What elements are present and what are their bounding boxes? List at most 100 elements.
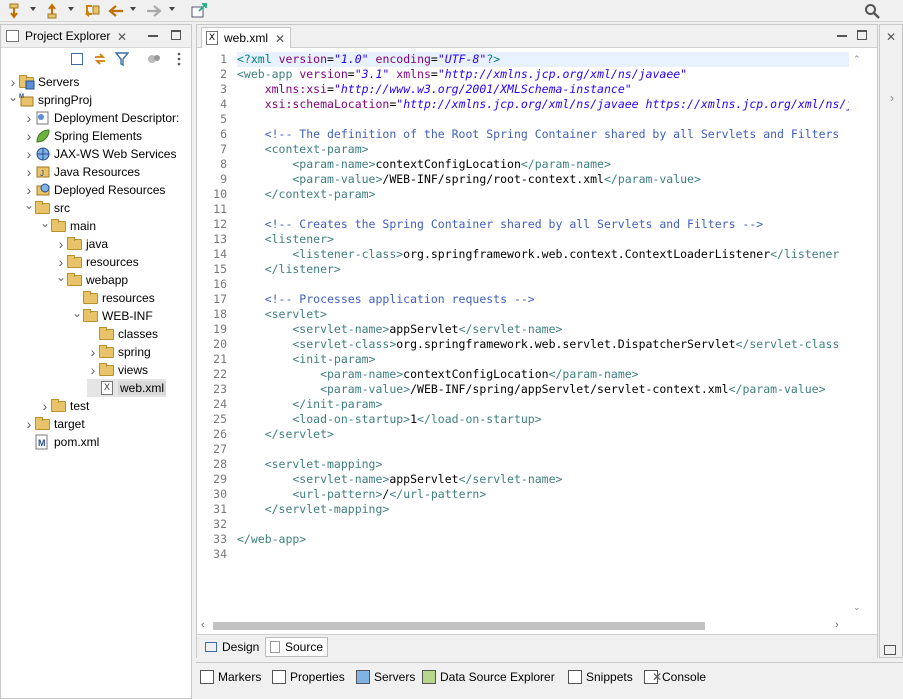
chevron-down-icon[interactable]: [68, 7, 74, 11]
tree-item[interactable]: › Spring Elements: [23, 127, 142, 145]
tree-item[interactable]: › test: [39, 397, 90, 415]
tab-source[interactable]: Source: [265, 637, 329, 657]
code-line[interactable]: <param-value>/WEB-INF/spring/root-contex…: [237, 172, 701, 187]
chevron-right-icon[interactable]: ›: [39, 397, 51, 415]
focus-icon[interactable]: [147, 53, 161, 65]
tab-markers[interactable]: Markers: [200, 667, 261, 687]
chevron-down-icon[interactable]: [30, 7, 36, 11]
close-icon[interactable]: ✕: [652, 671, 662, 683]
code-line[interactable]: <url-pattern>/</url-pattern>: [237, 487, 486, 502]
chevron-right-icon[interactable]: ›: [23, 127, 35, 145]
scroll-left-icon[interactable]: ‹: [201, 619, 205, 631]
search-icon[interactable]: [862, 2, 882, 20]
source-code-area[interactable]: 1 <?xml version="1.0" encoding="UTF-8"?> 2…: [197, 52, 849, 618]
tree-item[interactable]: resources: [71, 289, 155, 307]
tree-item[interactable]: ⌄ main: [39, 214, 96, 235]
chevron-down-icon[interactable]: ⌄: [39, 214, 51, 232]
tree-item[interactable]: classes: [87, 325, 158, 343]
maximize-icon[interactable]: [857, 30, 867, 40]
chevron-down-icon[interactable]: ⌄: [55, 268, 67, 286]
tab-snippets[interactable]: Snippets: [568, 667, 633, 687]
tree-item[interactable]: ⌄ WEB-INF: [71, 304, 153, 325]
code-line[interactable]: </init-param>: [237, 397, 382, 412]
tab-servers[interactable]: Servers: [356, 667, 415, 687]
code-line[interactable]: <servlet-name>appServlet</servlet-name>: [237, 472, 562, 487]
project-explorer-title[interactable]: Project Explorer: [25, 29, 110, 43]
minimize-icon[interactable]: [837, 35, 847, 37]
scroll-down-icon[interactable]: ⌄: [853, 602, 861, 613]
editor-tab-web-xml[interactable]: X web.xml ✕: [201, 27, 291, 48]
chevron-right-icon[interactable]: ›: [23, 109, 35, 127]
chevron-right-icon[interactable]: ›: [23, 145, 35, 163]
tree-item[interactable]: › java: [55, 235, 108, 253]
last-edit-icon[interactable]: [82, 2, 102, 20]
annotation-up-icon[interactable]: [44, 2, 62, 20]
tab-properties[interactable]: Properties: [272, 667, 345, 687]
code-line[interactable]: <!-- Creates the Spring Container shared…: [237, 217, 764, 232]
minimize-icon[interactable]: [148, 35, 158, 37]
code-line[interactable]: <listener-class>org.springframework.web.…: [237, 247, 839, 262]
code-line[interactable]: <servlet>: [237, 307, 327, 322]
back-icon[interactable]: [106, 2, 126, 20]
tree-item[interactable]: › JAX-WS Web Services: [23, 145, 177, 163]
tree-item[interactable]: Mpom.xml: [23, 433, 99, 451]
close-icon[interactable]: ✕: [886, 31, 896, 43]
code-line[interactable]: <init-param>: [237, 352, 375, 367]
annotation-down-icon[interactable]: [6, 2, 24, 20]
tab-console[interactable]: Console ✕: [644, 667, 706, 687]
close-icon[interactable]: ✕: [117, 31, 127, 43]
vertical-scrollbar[interactable]: ⌃ ⌄: [849, 52, 865, 618]
code-line[interactable]: </servlet-mapping>: [237, 502, 390, 517]
restore-icon[interactable]: [884, 645, 896, 655]
tree-item[interactable]: ⌄ webapp: [55, 268, 128, 289]
forward-icon[interactable]: [144, 2, 164, 20]
chevron-right-icon[interactable]: ›: [23, 163, 35, 181]
tree-item[interactable]: › target: [23, 415, 85, 433]
code-line[interactable]: xsi:schemaLocation="http://xmlns.jcp.org…: [237, 97, 849, 112]
filter-icon[interactable]: [114, 52, 130, 67]
code-line[interactable]: <servlet-class>org.springframework.web.s…: [237, 337, 839, 352]
code-line[interactable]: xmlns:xsi="http://www.w3.org/2001/XMLSch…: [237, 82, 632, 97]
chevron-right-icon[interactable]: ›: [890, 91, 894, 105]
code-line[interactable]: <param-value>/WEB-INF/spring/appServlet/…: [237, 382, 825, 397]
code-line[interactable]: <listener>: [237, 232, 334, 247]
code-line[interactable]: <servlet-mapping>: [237, 457, 383, 472]
chevron-down-icon[interactable]: [169, 7, 175, 11]
tab-data-source-explorer[interactable]: Data Source Explorer: [422, 667, 555, 687]
scroll-up-icon[interactable]: ⌃: [853, 54, 861, 65]
code-line[interactable]: <!-- The definition of the Root Spring C…: [237, 127, 840, 142]
chevron-right-icon[interactable]: ›: [23, 415, 35, 433]
maximize-icon[interactable]: [171, 30, 181, 40]
horizontal-scrollbar[interactable]: ‹ ›: [197, 618, 849, 634]
chevron-right-icon[interactable]: ›: [87, 343, 99, 361]
code-line[interactable]: <param-name>contextConfigLocation</param…: [237, 157, 611, 172]
collapse-all-icon[interactable]: [71, 53, 83, 65]
tree-item[interactable]: › spring: [87, 343, 151, 361]
chevron-right-icon[interactable]: ›: [55, 235, 67, 253]
code-line[interactable]: </context-param>: [237, 187, 376, 202]
chevron-down-icon[interactable]: ⌄: [7, 88, 19, 106]
chevron-right-icon[interactable]: ›: [87, 361, 99, 379]
tree-item[interactable]: › J Java Resources: [23, 163, 140, 181]
view-menu-icon[interactable]: [177, 52, 181, 66]
scrollbar-thumb[interactable]: [213, 622, 705, 630]
tab-design[interactable]: Design: [201, 637, 263, 657]
chevron-down-icon[interactable]: ⌄: [71, 304, 83, 322]
chevron-down-icon[interactable]: [130, 7, 136, 11]
tree-item[interactable]: Xweb.xml: [87, 379, 167, 397]
code-line[interactable]: <web-app version="3.1" xmlns="http://xml…: [237, 67, 687, 82]
code-line[interactable]: <?xml version="1.0" encoding="UTF-8"?>: [237, 52, 849, 67]
code-line[interactable]: <!-- Processes application requests -->: [237, 292, 535, 307]
tree-item[interactable]: › views: [87, 361, 148, 379]
pin-editor-icon[interactable]: [190, 2, 208, 20]
code-line[interactable]: </listener>: [237, 262, 341, 277]
tree-item[interactable]: › Deployment Descriptor:: [23, 109, 180, 127]
code-line[interactable]: <load-on-startup>1</load-on-startup>: [237, 412, 541, 427]
close-icon[interactable]: ✕: [275, 33, 285, 45]
tree-item[interactable]: ⌄ MspringProj: [7, 88, 92, 109]
link-with-editor-icon[interactable]: [93, 52, 107, 66]
code-line[interactable]: <context-param>: [237, 142, 369, 157]
scroll-right-icon[interactable]: ›: [835, 619, 839, 631]
tree-item[interactable]: › Deployed Resources: [23, 181, 166, 199]
chevron-down-icon[interactable]: ⌄: [23, 196, 35, 214]
